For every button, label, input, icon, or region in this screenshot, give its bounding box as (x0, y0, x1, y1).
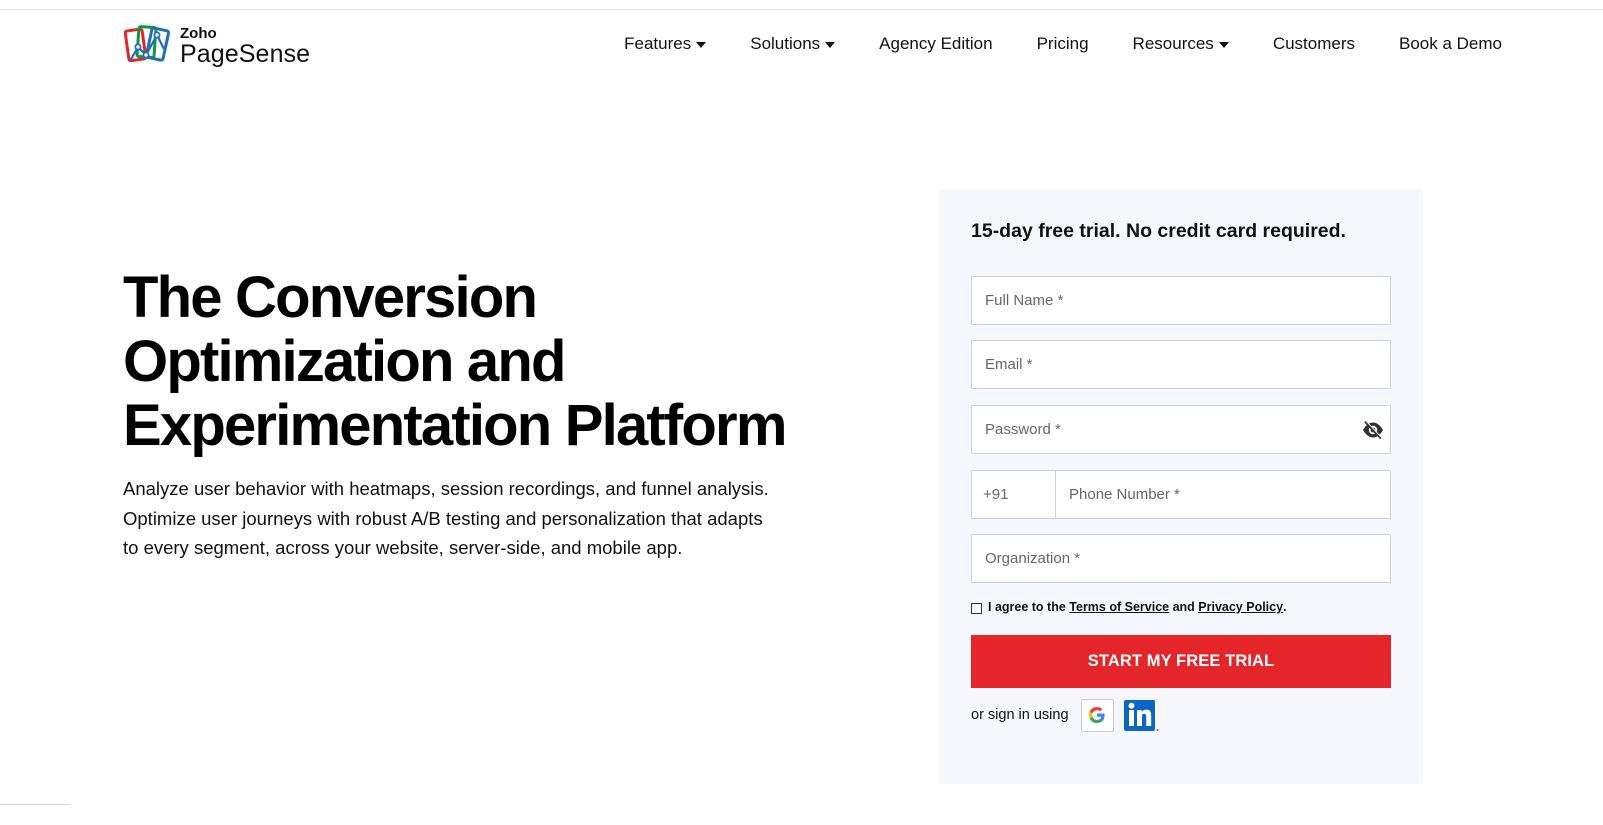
nav-features-label: Features (624, 34, 692, 53)
eye-hidden-icon[interactable] (1361, 419, 1385, 441)
terms-middle: and (1169, 600, 1199, 614)
start-free-trial-button[interactable]: START MY FREE TRIAL (971, 635, 1391, 688)
nav-resources[interactable]: Resources (1133, 34, 1229, 54)
top-divider (0, 9, 1603, 10)
email-input[interactable] (972, 341, 1390, 388)
hero-description-line: Analyze user behavior with heatmaps, ses… (123, 478, 769, 499)
nav-book-demo-label: Book a Demo (1399, 34, 1502, 53)
caret-down-icon (825, 42, 836, 48)
privacy-policy-link[interactable]: Privacy Policy (1198, 600, 1283, 614)
hero-description-line: to every segment, across your website, s… (123, 537, 683, 558)
signup-panel: 15-day free trial. No credit card requir… (939, 190, 1423, 784)
organization-input[interactable] (972, 535, 1390, 582)
logo-company: Zoho (180, 24, 217, 42)
nav-customers[interactable]: Customers (1273, 34, 1355, 54)
terms-prefix: I agree to the (988, 600, 1070, 614)
caret-down-icon (1218, 42, 1229, 48)
hero-title: The Conversion Optimization and Experime… (123, 266, 843, 458)
pagesense-logo-icon (124, 25, 171, 63)
social-signin-label: or sign in using (971, 707, 1069, 723)
organization-field[interactable] (971, 534, 1391, 583)
phone-field[interactable]: +91 (971, 470, 1391, 519)
nav-book-demo[interactable]: Book a Demo (1399, 34, 1502, 54)
terms-suffix: . (1283, 600, 1287, 614)
terms-of-service-link[interactable]: Terms of Service (1069, 600, 1169, 614)
social-signin: or sign in using (971, 698, 1160, 732)
password-field[interactable] (971, 405, 1391, 454)
bottom-divider (0, 804, 70, 805)
logo-product: PageSense (180, 39, 311, 68)
linkedin-icon (1123, 700, 1159, 731)
nav-solutions-label: Solutions (750, 34, 821, 53)
full-name-field[interactable] (971, 276, 1391, 325)
caret-down-icon (696, 42, 707, 48)
password-input[interactable] (972, 406, 1390, 453)
hero-title-line: Optimization and (123, 329, 566, 394)
brand-logo[interactable]: Zoho PageSense (124, 25, 310, 67)
nav-agency-edition-label: Agency Edition (879, 34, 993, 53)
main-nav: Features Solutions Agency Edition Pricin… (580, 34, 1502, 54)
google-signin-button[interactable] (1080, 698, 1114, 732)
phone-input[interactable] (1056, 471, 1390, 518)
signup-title: 15-day free trial. No credit card requir… (971, 220, 1346, 242)
nav-solutions[interactable]: Solutions (750, 34, 836, 54)
nav-agency-edition[interactable]: Agency Edition (879, 34, 992, 54)
nav-customers-label: Customers (1272, 34, 1355, 53)
nav-pricing-label: Pricing (1036, 34, 1089, 53)
linkedin-signin-button[interactable] (1123, 698, 1160, 732)
full-name-input[interactable] (972, 277, 1390, 324)
hero-description: Analyze user behavior with heatmaps, ses… (123, 474, 813, 563)
logo-text: Zoho PageSense (180, 26, 310, 67)
nav-features[interactable]: Features (624, 34, 707, 54)
hero-title-line: The Conversion (123, 265, 538, 330)
nav-pricing[interactable]: Pricing (1037, 34, 1089, 54)
email-field[interactable] (971, 340, 1391, 389)
terms-agreement: I agree to the Terms of Service and Priv… (971, 600, 1287, 614)
nav-resources-label: Resources (1132, 34, 1214, 53)
hero-title-line: Experimentation Platform (123, 393, 787, 458)
google-icon (1089, 707, 1105, 723)
hero-description-line: Optimize user journeys with robust A/B t… (123, 507, 763, 529)
terms-checkbox[interactable] (971, 602, 982, 614)
country-code-select[interactable]: +91 (972, 471, 1056, 518)
